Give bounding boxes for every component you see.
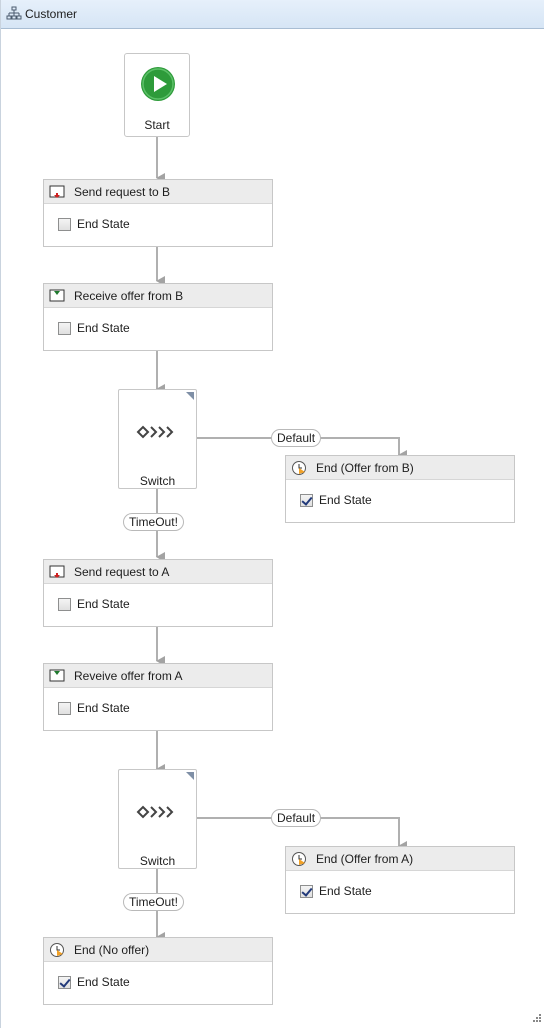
switch-icon	[136, 805, 174, 819]
clock-end-icon	[292, 852, 306, 866]
clock-end-icon	[50, 943, 64, 957]
flowchart-icon	[6, 6, 22, 20]
default-case-label[interactable]: Default	[271, 809, 322, 827]
end-state-checkbox[interactable]	[58, 322, 71, 335]
activity-send-request-b[interactable]: Send request to B End State	[43, 179, 273, 247]
receive-icon	[49, 289, 65, 302]
activity-send-request-a[interactable]: Send request to A End State	[43, 559, 273, 627]
window-title: Customer	[25, 7, 78, 21]
switch-label: Switch	[139, 474, 176, 488]
activity-title: Send request to B	[74, 185, 171, 199]
activity-title: End (No offer)	[74, 943, 150, 957]
start-label: Start	[144, 118, 170, 132]
activity-receive-offer-b[interactable]: Receive offer from B End State	[43, 283, 273, 351]
activity-title: End (Offer from B)	[316, 461, 414, 475]
activity-title: Receive offer from B	[74, 289, 184, 303]
activity-title: End (Offer from A)	[316, 852, 414, 866]
send-icon	[49, 185, 65, 198]
expand-triangle-icon[interactable]	[186, 392, 194, 400]
resize-grip-icon[interactable]	[533, 1014, 541, 1022]
timeout-case-label[interactable]: TimeOut!	[123, 893, 184, 911]
workflow-designer-window: Customer Start Send request to B End Sta…	[0, 0, 544, 1028]
end-state-checkbox[interactable]	[58, 218, 71, 231]
activity-end-offer-b[interactable]: End (Offer from B) End State	[285, 455, 515, 523]
end-state-checkbox[interactable]	[58, 976, 71, 989]
receive-icon	[49, 669, 65, 682]
end-state-checkbox[interactable]	[300, 885, 313, 898]
switch-node-2[interactable]: Switch	[118, 769, 197, 869]
end-state-checkbox[interactable]	[58, 702, 71, 715]
activity-receive-offer-a[interactable]: Reveive offer from A End State	[43, 663, 273, 731]
clock-end-icon	[292, 461, 306, 475]
end-state-label: End State	[77, 321, 130, 335]
switch-icon	[136, 425, 174, 439]
end-state-label: End State	[319, 884, 372, 898]
end-state-checkbox[interactable]	[58, 598, 71, 611]
play-circle-icon	[141, 67, 175, 101]
switch-label: Switch	[139, 854, 176, 868]
activity-end-offer-a[interactable]: End (Offer from A) End State	[285, 846, 515, 914]
expand-triangle-icon[interactable]	[186, 772, 194, 780]
activity-title: Reveive offer from A	[74, 669, 183, 683]
title-bar: Customer	[1, 0, 544, 29]
switch-node-1[interactable]: Switch	[118, 389, 197, 489]
end-state-label: End State	[319, 493, 372, 507]
end-state-label: End State	[77, 597, 130, 611]
end-state-label: End State	[77, 217, 130, 231]
timeout-case-label[interactable]: TimeOut!	[123, 513, 184, 531]
start-node[interactable]: Start	[124, 53, 190, 137]
end-state-checkbox[interactable]	[300, 494, 313, 507]
default-case-label[interactable]: Default	[271, 429, 322, 447]
send-icon	[49, 565, 65, 578]
activity-end-no-offer[interactable]: End (No offer) End State	[43, 937, 273, 1005]
end-state-label: End State	[77, 975, 130, 989]
end-state-label: End State	[77, 701, 130, 715]
activity-title: Send request to A	[74, 565, 170, 579]
